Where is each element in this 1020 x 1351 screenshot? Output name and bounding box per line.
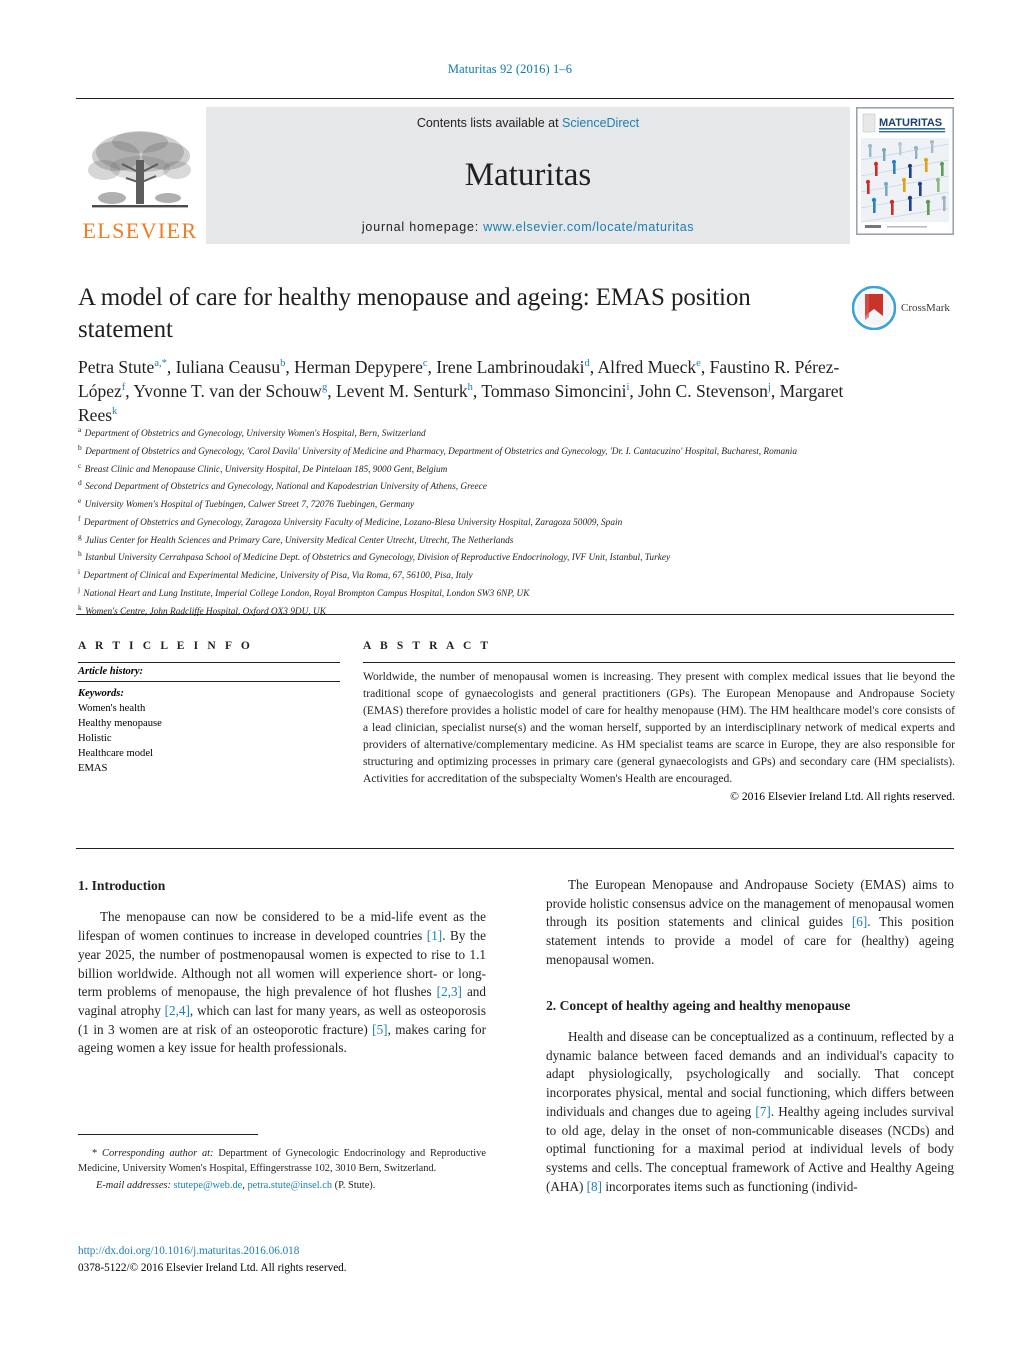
affiliation-item: h Istanbul University Cerrahpasa School … (78, 549, 671, 564)
article-info-column: A R T I C L E I N F O Article history: K… (78, 640, 340, 776)
section-heading-concept: 2. Concept of healthy ageing and healthy… (546, 997, 851, 1013)
elsevier-wordmark: ELSEVIER (82, 218, 198, 243)
keyword-item: Women's health (78, 703, 146, 715)
affiliation-item: j National Heart and Lung Institute, Imp… (78, 584, 530, 599)
contents-prefix: Contents lists available at (416, 116, 563, 130)
cover-artwork: MATURITAS (857, 108, 953, 234)
article-info-heading: A R T I C L E I N F O (78, 640, 253, 652)
crossmark-label: CrossMark (901, 302, 950, 314)
abstract-text: Worldwide, the number of menopausal wome… (363, 670, 955, 785)
svg-text:MATURITAS: MATURITAS (879, 117, 942, 129)
section-heading-introduction: 1. Introduction (78, 878, 166, 893)
affiliation-item: g Julius Center for Health Sciences and … (78, 531, 514, 546)
keyword-item: Healthcare model (78, 748, 153, 760)
affiliation-item: k Women's Centre, John Radcliffe Hospita… (78, 602, 326, 617)
elsevier-tree-icon (88, 131, 191, 208)
abstract-column: A B S T R A C T Worldwide, the number of… (363, 640, 955, 803)
article-history-label: Article history: (78, 666, 144, 677)
journal-homepage-line: journal homepage: www.elsevier.com/locat… (362, 220, 694, 234)
colophon-block: http://dx.doi.org/10.1016/j.maturitas.20… (78, 1243, 578, 1277)
paragraph: The menopause can now be considered to b… (78, 909, 486, 1056)
email-addresses-note: E-mail addresses: stutepe@web.de, petra.… (96, 1180, 376, 1192)
running-head: Maturitas 92 (2016) 1–6 (447, 62, 573, 76)
affiliation-item: b Department of Obstetrics and Gynecolog… (78, 442, 797, 457)
body-column-left: 1. Introduction The menopause can now be… (78, 876, 486, 1058)
paragraph: Health and disease can be conceptualized… (546, 1028, 954, 1194)
info-section-top-rule (76, 614, 954, 615)
doi-link[interactable]: http://dx.doi.org/10.1016/j.maturitas.20… (78, 1243, 578, 1260)
journal-title: Maturitas (464, 156, 592, 193)
sciencedirect-band: Contents lists available at ScienceDirec… (206, 107, 850, 244)
abstract-copyright: © 2016 Elsevier Ireland Ltd. All rights … (730, 790, 955, 804)
title-block: A model of care for healthy menopause an… (78, 282, 838, 346)
body-top-rule (76, 848, 954, 849)
keywords-label: Keywords: (78, 688, 124, 699)
abstract-heading: A B S T R A C T (363, 640, 492, 652)
page-title: A model of care for healthy menopause an… (78, 284, 751, 343)
author-list: Petra Stutea,*, Iuliana Ceausub, Herman … (78, 357, 844, 425)
elsevier-logo: ELSEVIER (76, 107, 204, 244)
corresponding-author-note: * Corresponding author at: Department of… (78, 1148, 486, 1175)
affiliation-item: a Department of Obstetrics and Gynecolog… (78, 425, 426, 440)
affiliation-item: c Breast Clinic and Menopause Clinic, Un… (78, 460, 448, 475)
keyword-item: Healthy menopause (78, 718, 162, 730)
homepage-url-link[interactable]: www.elsevier.com/locate/maturitas (483, 220, 694, 234)
paragraph: The European Menopause and Andropause So… (546, 877, 954, 967)
body-column-right: The European Menopause and Andropause So… (546, 876, 954, 1197)
homepage-label: journal homepage: (361, 220, 480, 234)
affiliation-item: d Second Department of Obstetrics and Gy… (78, 478, 487, 493)
issn-copyright-line: 0378-5122/© 2016 Elsevier Ireland Ltd. A… (78, 1261, 347, 1274)
affiliation-item: i Department of Clinical and Experimenta… (78, 567, 473, 582)
affiliation-item: e University Women's Hospital of Tuebing… (78, 496, 415, 511)
article-page: Maturitas 92 (2016) 1–6 ELSEVIER Content… (0, 0, 1020, 1351)
keyword-item: EMAS (78, 763, 108, 775)
contents-available-line: Contents lists available at ScienceDirec… (417, 116, 639, 130)
keywords-block: Keywords: Women's health Healthy menopau… (78, 682, 340, 776)
sciencedirect-link[interactable]: ScienceDirect (562, 116, 639, 130)
crossmark-badge[interactable]: CrossMark (852, 284, 960, 332)
journal-masthead: ELSEVIER Contents lists available at Sci… (76, 98, 954, 244)
affiliation-list: a Department of Obstetrics and Gynecolog… (78, 424, 958, 619)
journal-cover-thumbnail: MATURITAS (856, 107, 954, 235)
crossmark-icon (852, 286, 896, 330)
keyword-item: Holistic (78, 733, 112, 745)
footnote-rule (78, 1134, 258, 1135)
affiliation-item: f Department of Obstetrics and Gynecolog… (78, 513, 623, 528)
footnote-block: * Corresponding author at: Department of… (78, 1146, 486, 1193)
